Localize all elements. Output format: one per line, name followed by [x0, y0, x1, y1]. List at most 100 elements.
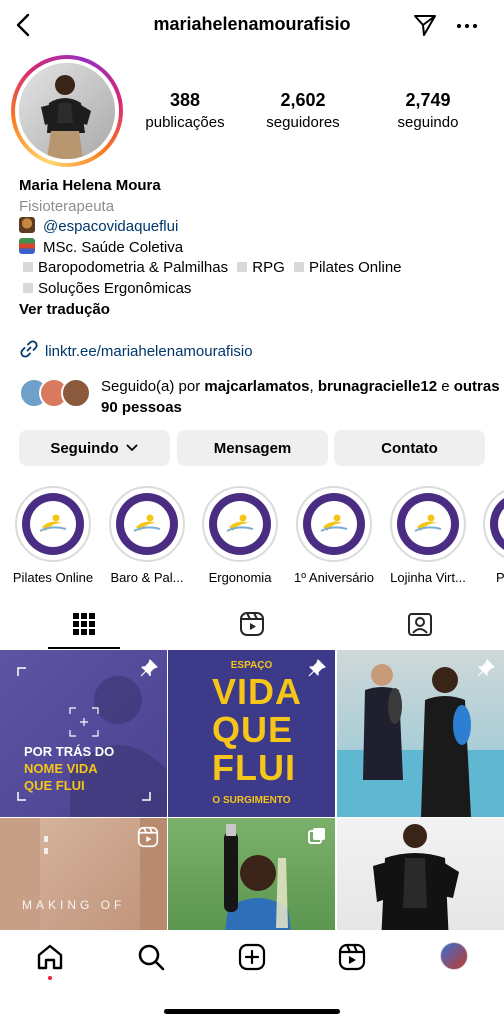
chevron-down-icon [126, 444, 138, 451]
highlight-label: Lojinha Virt... [390, 570, 466, 585]
profile-tabs [0, 598, 504, 650]
post-text-line: VIDA [212, 671, 303, 712]
highlight-label: Ergonomia [208, 570, 272, 585]
tab-tagged[interactable] [336, 598, 504, 650]
reels-icon [240, 612, 264, 636]
post-thumbnail[interactable] [168, 818, 335, 930]
following-button[interactable]: Seguindo [19, 430, 170, 466]
profile-bio: Maria Helena Moura Fisioterapeuta @espac… [19, 176, 489, 320]
highlight-cover [109, 486, 185, 562]
reels-icon[interactable] [337, 942, 367, 972]
square-bullet-icon [23, 262, 33, 273]
brand-logo-icon [414, 514, 442, 532]
reels-icon [137, 826, 159, 848]
bio-tags-line1: Baropodometria & Palmilhas RPG Pilates O… [19, 258, 489, 279]
post-thumbnail[interactable]: ESPAÇO VIDA QUE FLUI O SURGIMENTO [168, 650, 335, 817]
post-text-line: MAKING OF [22, 898, 126, 912]
follower-username-1: majcarlamatos [204, 378, 310, 395]
brand-logo-icon [320, 514, 348, 532]
followers-stat[interactable]: 2,602 seguidores [248, 90, 358, 131]
square-bullet-icon [293, 262, 304, 273]
tab-posts-grid[interactable] [0, 598, 168, 650]
following-count: 2,749 [405, 90, 451, 110]
top-bar: mariahelenamourafisio [0, 0, 504, 52]
notification-dot [48, 976, 52, 980]
highlight-cover [202, 486, 278, 562]
post-text-line: QUE FLUI [24, 778, 85, 793]
brand-logo-icon [226, 514, 254, 532]
post-text-line: FLUI [212, 747, 296, 788]
followers-label: seguidores [266, 114, 340, 131]
see-translation-link[interactable]: Ver tradução [19, 300, 489, 321]
highlight-item[interactable]: Pilates Online [10, 486, 96, 585]
profile-stats: 388 publicações 2,602 seguidores 2,749 s… [130, 90, 500, 134]
profile-avatar-story-ring[interactable] [11, 55, 123, 167]
home-icon[interactable] [35, 942, 65, 972]
highlight-cover [296, 486, 372, 562]
link-chain-icon [20, 340, 38, 358]
profile-external-link[interactable]: linktr.ee/mariahelenamourafisio [19, 339, 253, 360]
highlight-item[interactable]: 1º Aniversário [291, 486, 377, 585]
followers-count: 2,602 [280, 90, 326, 110]
carousel-icon [308, 828, 325, 844]
highlight-item[interactable]: Baro & Pal... [104, 486, 190, 585]
message-button[interactable]: Mensagem [177, 430, 328, 466]
following-label: seguindo [397, 114, 459, 131]
post-text-line: NOME VIDA [24, 761, 98, 776]
post-thumbnail[interactable]: POR TRÁS DO NOME VIDA QUE FLUI [0, 650, 167, 817]
books-emoji-icon [19, 237, 35, 254]
square-bullet-icon [237, 262, 248, 273]
post-thumbnail[interactable] [337, 818, 504, 930]
post-image [373, 824, 459, 930]
home-indicator [164, 1009, 340, 1014]
bio-mention-link[interactable]: @espacovidaqueflui [43, 218, 178, 235]
avatar-person-icon [19, 63, 115, 159]
bio-mention-line: @espacovidaqueflui [19, 217, 489, 238]
posts-stat[interactable]: 388 publicações [130, 90, 240, 131]
contact-button[interactable]: Contato [334, 430, 485, 466]
posts-grid: POR TRÁS DO NOME VIDA QUE FLUI ESPAÇO VI… [0, 650, 504, 930]
paper-plane-icon[interactable] [412, 12, 438, 38]
bottom-navigation [0, 930, 504, 1024]
tab-reels[interactable] [168, 598, 336, 650]
highlight-cover [483, 486, 504, 562]
bio-line-msc: MSc. Saúde Coletiva [19, 237, 489, 259]
tagged-person-icon [408, 613, 432, 636]
highlight-item[interactable]: P [478, 486, 504, 585]
search-icon[interactable] [136, 942, 166, 972]
brand-logo-icon [39, 514, 67, 532]
more-horizontal-icon[interactable] [455, 14, 479, 38]
profile-avatar [19, 63, 115, 159]
highlight-cover [15, 486, 91, 562]
highlight-item[interactable]: Lojinha Virt... [385, 486, 471, 585]
follower-avatar-3 [61, 378, 91, 408]
highlight-label: 1º Aniversário [294, 570, 374, 585]
post-thumbnail[interactable] [337, 650, 504, 817]
post-thumbnail[interactable]: MAKING OF [0, 818, 167, 930]
create-post-icon[interactable] [237, 942, 267, 972]
post-text-line: QUE [212, 709, 294, 750]
highlight-cover [390, 486, 466, 562]
link-text: linktr.ee/mariahelenamourafisio [45, 343, 253, 360]
followed-by-row[interactable]: Seguido(a) por majcarlamatos, brunagraci… [19, 376, 500, 418]
pin-icon [308, 659, 326, 677]
woman-emoji-icon [19, 217, 35, 234]
profile-name: Maria Helena Moura [19, 177, 161, 194]
highlight-item[interactable]: Ergonomia [197, 486, 283, 585]
square-bullet-icon [23, 282, 33, 293]
pin-icon [477, 659, 495, 677]
highlight-label: Pilates Online [12, 570, 94, 585]
post-text-line: POR TRÁS DO [24, 744, 115, 759]
posts-label: publicações [145, 114, 225, 131]
followed-by-text: Seguido(a) por majcarlamatos, brunagraci… [101, 378, 500, 416]
highlight-label: P [496, 570, 504, 585]
profile-avatar[interactable] [440, 942, 468, 970]
bio-tags-line2: Soluções Ergonômicas [19, 279, 489, 300]
grid-icon [73, 613, 95, 635]
following-stat[interactable]: 2,749 seguindo [373, 90, 483, 131]
highlight-label: Baro & Pal... [110, 570, 184, 585]
post-text-line: O SURGIMENTO [212, 795, 291, 806]
brand-logo-icon [133, 514, 161, 532]
pin-icon [140, 659, 158, 677]
follower-username-2: brunagracielle12 [317, 378, 438, 395]
